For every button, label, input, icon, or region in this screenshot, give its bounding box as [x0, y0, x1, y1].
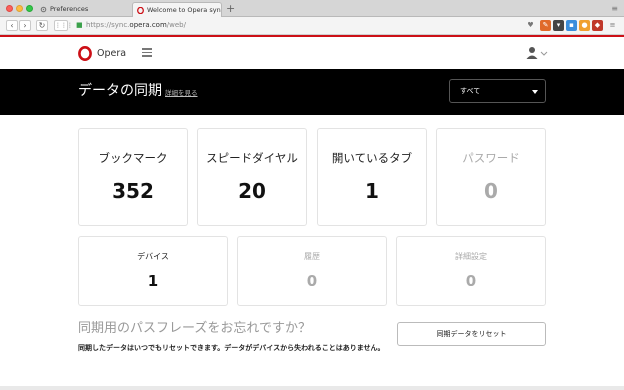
sync-banner: データの同期 詳細を見る すべて	[0, 69, 624, 115]
card-label: 詳細設定	[455, 252, 487, 261]
card-count: 352	[112, 179, 154, 203]
address-bar[interactable]: ■ https://sync.opera.com/web/	[74, 19, 514, 32]
card-devices[interactable]: デバイス 1	[78, 236, 228, 306]
ublock-icon[interactable]: ◆	[592, 20, 603, 31]
brand-name[interactable]: Opera	[97, 47, 126, 60]
extension-blue-icon[interactable]: ▪	[566, 20, 577, 31]
card-bookmarks[interactable]: ブックマーク 352	[78, 128, 188, 226]
card-label: 履歴	[304, 252, 320, 261]
details-link[interactable]: 詳細を見る	[165, 89, 198, 98]
card-label: 開いているタブ	[331, 151, 413, 165]
card-speed-dial[interactable]: スピードダイヤル 20	[197, 128, 307, 226]
url-domain: opera.com	[129, 21, 167, 29]
card-label: スピードダイヤル	[206, 151, 298, 165]
browser-tab-bar: Preferences Welcome to Opera synchro + ≡	[0, 0, 624, 17]
reset-explanation: 同期したデータはいつでもリセットできます。データがデバイスから失われることはあり…	[78, 344, 385, 352]
opera-favicon-icon	[137, 7, 144, 14]
url-path: /web/	[166, 21, 186, 29]
reset-sync-data-button[interactable]: 同期データをリセット	[397, 322, 546, 346]
extension-yellow-icon[interactable]: ●	[579, 20, 590, 31]
hamburger-menu-icon[interactable]	[142, 48, 152, 57]
card-open-tabs[interactable]: 開いているタブ 1	[317, 128, 427, 226]
url-prefix: https://sync.	[86, 21, 130, 29]
page-title: データの同期	[78, 83, 162, 99]
user-icon[interactable]	[526, 46, 548, 60]
card-passwords[interactable]: パスワード 0	[436, 128, 546, 226]
card-label: デバイス	[137, 252, 169, 261]
card-count: 0	[484, 179, 498, 203]
back-button[interactable]: ‹	[6, 20, 18, 31]
heart-icon[interactable]: ♥	[525, 20, 536, 31]
gear-icon	[40, 6, 47, 13]
close-window-button[interactable]	[6, 5, 13, 12]
browser-toolbar: ‹ › ↻ ⋮⋮⋮ ■ https://sync.opera.com/web/ …	[0, 17, 624, 35]
extension-orange-icon[interactable]: ✎	[540, 20, 551, 31]
menu-icon[interactable]: ≡	[607, 20, 618, 31]
page-bottom-divider	[0, 386, 624, 390]
filter-select[interactable]: すべて	[449, 79, 546, 103]
card-count: 1	[147, 272, 159, 290]
card-count: 0	[465, 272, 477, 290]
card-advanced-settings[interactable]: 詳細設定 0	[396, 236, 546, 306]
tab-label: Preferences	[50, 5, 89, 13]
minimize-window-button[interactable]	[16, 5, 23, 12]
tab-preferences[interactable]: Preferences	[36, 2, 132, 17]
tab-opera-sync[interactable]: Welcome to Opera synchro	[132, 2, 222, 17]
card-history[interactable]: 履歴 0	[237, 236, 387, 306]
site-header: Opera	[0, 37, 624, 69]
filter-value: すべて	[460, 87, 481, 95]
zoom-window-button[interactable]	[26, 5, 33, 12]
chevron-down-icon	[532, 90, 538, 94]
forward-button[interactable]: ›	[19, 20, 31, 31]
apps-grid-icon[interactable]: ⋮⋮⋮	[54, 20, 73, 31]
reload-button[interactable]: ↻	[36, 20, 48, 31]
forgot-passphrase-heading: 同期用のパスフレーズをお忘れですか？	[78, 321, 311, 336]
window-menu-icon[interactable]: ≡	[611, 4, 618, 13]
card-count: 0	[306, 272, 318, 290]
card-label: パスワード	[462, 151, 520, 165]
pocket-icon[interactable]: ▾	[553, 20, 564, 31]
card-count: 1	[365, 179, 379, 203]
tab-label: Welcome to Opera synchro	[147, 6, 221, 14]
card-label: ブックマーク	[98, 151, 168, 165]
lock-icon: ■	[76, 21, 83, 29]
new-tab-button[interactable]: +	[226, 1, 235, 16]
opera-logo-icon[interactable]	[78, 46, 92, 61]
card-count: 20	[238, 179, 266, 203]
